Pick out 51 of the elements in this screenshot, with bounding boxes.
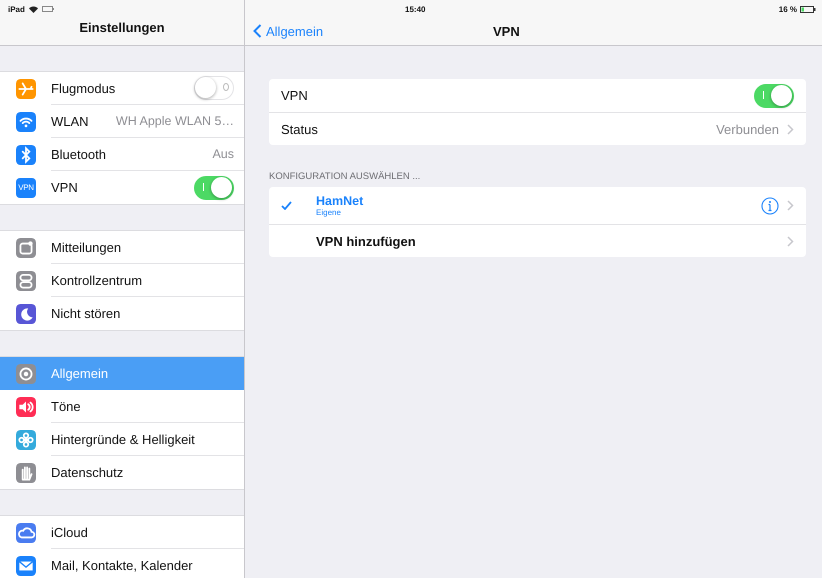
battery-percentage: 16 % (778, 4, 797, 14)
toggle-switch[interactable] (194, 76, 234, 100)
status-row[interactable]: Status Verbunden (269, 112, 806, 145)
chevron-icon (787, 124, 794, 134)
flower-icon (16, 430, 36, 450)
sidebar-item[interactable]: Hintergründe & Helligkeit (0, 423, 244, 456)
info-icon[interactable] (761, 196, 779, 214)
back-chevron-icon (253, 24, 262, 38)
add-vpn-row[interactable]: VPN hinzufügen (269, 224, 806, 257)
checkmark-icon (281, 201, 292, 210)
sidebar-item[interactable]: Töne (0, 390, 244, 423)
sidebar-item[interactable]: Mitteilungen (0, 231, 244, 264)
speaker-icon (16, 396, 36, 416)
section-header: KONFIGURATION AUSWÄHLEN ... (269, 171, 420, 182)
chevron-icon (787, 200, 794, 211)
configuration-type: Eigene (316, 208, 342, 217)
sidebar-item[interactable]: Datenschutz (0, 456, 244, 489)
wifi-icon (16, 112, 36, 132)
page-title: VPN (493, 24, 520, 38)
notification-icon (16, 238, 36, 258)
row-label: VPN (281, 88, 308, 103)
toggle-switch[interactable] (754, 84, 794, 108)
battery-icon (800, 6, 816, 12)
gear-icon (16, 364, 36, 384)
sidebar-title: Einstellungen (79, 20, 165, 35)
sidebar-item[interactable]: VPN VPN (0, 171, 244, 204)
setting-value: WH Apple WLAN 5… (116, 114, 234, 128)
chevron-icon (787, 236, 794, 246)
clock-time: 15:40 (405, 4, 426, 14)
sidebar-item[interactable]: WLAN WH Apple WLAN 5… (0, 105, 244, 138)
sidebar-item[interactable]: Flugmodus (0, 72, 244, 105)
battery-icon (42, 6, 54, 12)
envelope-icon (16, 556, 36, 576)
hand-icon (16, 462, 36, 482)
configuration-row[interactable]: HamNet Eigene (269, 187, 806, 224)
airplane-icon (16, 78, 36, 98)
cloud-icon (16, 522, 36, 542)
wifi-icon (28, 6, 38, 12)
device-name: iPad (8, 4, 25, 14)
sidebar-item[interactable]: Nicht stören (0, 297, 244, 330)
sidebar-item[interactable]: Kontrollzentrum (0, 264, 244, 297)
sidebar-item[interactable]: Bluetooth Aus (0, 138, 244, 171)
moon-icon (16, 304, 36, 324)
switches-icon (16, 270, 36, 290)
bluetooth-icon (16, 144, 36, 164)
sidebar-item[interactable]: Mail, Kontakte, Kalender (0, 549, 244, 578)
sidebar-item[interactable]: iCloud (0, 516, 244, 549)
toggle-switch[interactable] (194, 176, 234, 200)
vpn-icon: VPN (16, 178, 36, 198)
configuration-name: HamNet (316, 194, 364, 208)
setting-value: Aus (212, 147, 234, 161)
